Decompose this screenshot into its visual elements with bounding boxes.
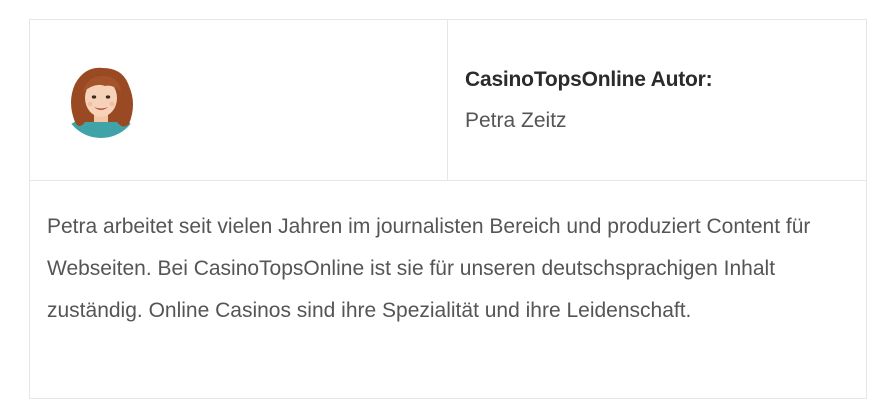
avatar-cell (30, 20, 448, 180)
author-box: CasinoTopsOnline Autor: Petra Zeitz Petr… (29, 19, 867, 399)
author-portrait-icon (63, 62, 139, 138)
author-bio: Petra arbeitet seit vielen Jahren im jou… (47, 215, 811, 322)
author-info: CasinoTopsOnline Autor: Petra Zeitz (448, 20, 866, 180)
author-name: Petra Zeitz (465, 109, 567, 132)
author-header-row: CasinoTopsOnline Autor: Petra Zeitz (30, 20, 866, 181)
author-title: CasinoTopsOnline Autor: (465, 68, 713, 91)
